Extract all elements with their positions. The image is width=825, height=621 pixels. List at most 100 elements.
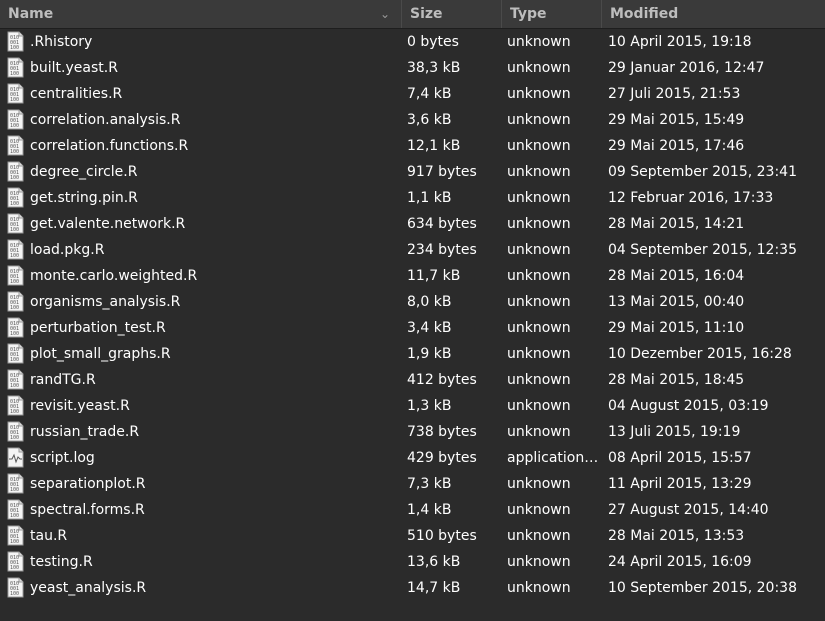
file-row[interactable]: 010 001 100 yeast_analysis.R 14,7 kB unknown 1… [0,575,825,601]
file-name: spectral.forms.R [30,502,145,518]
column-header-size[interactable]: Size [401,0,501,28]
file-modified: 13 Juli 2015, 19:19 [608,424,741,440]
file-row[interactable]: 010 001 100 get.string.pin.R 1,1 kB unknown 12… [0,185,825,211]
svg-text:100: 100 [10,279,19,285]
file-row[interactable]: 010 001 100 spectral.forms.R 1,4 kB unknown 27… [0,497,825,523]
binary-file-icon: 010 001 100 [7,213,24,234]
chevron-down-icon[interactable]: ⌄ [378,0,392,28]
file-size: 634 bytes [407,216,477,232]
file-type: unknown [507,580,571,596]
file-row[interactable]: 010 001 100 organisms_analysis.R 8,0 kB unkno… [0,289,825,315]
file-size: 1,3 kB [407,398,452,414]
file-modified: 29 Mai 2015, 17:46 [608,138,745,154]
file-row[interactable]: 010 001 100 .Rhistory 0 bytes unknown 10 April… [0,29,825,55]
file-row[interactable]: 010 001 100 separationplot.R 7,3 kB unknown 11… [0,471,825,497]
file-row[interactable]: 010 001 100 degree_circle.R 917 bytes unknown… [0,159,825,185]
file-name: degree_circle.R [30,164,138,180]
file-size: 14,7 kB [407,580,461,596]
file-row[interactable]: 010 001 100 correlation.analysis.R 3,6 kB unk… [0,107,825,133]
column-header-bar: Name ⌄ Size Type Modified [0,0,825,29]
file-name: get.string.pin.R [30,190,138,206]
file-modified: 28 Mai 2015, 16:04 [608,268,745,284]
file-modified: 12 Februar 2016, 17:33 [608,190,774,206]
svg-text:100: 100 [10,175,19,181]
binary-file-icon: 010 001 100 [7,369,24,390]
file-row[interactable]: 010 001 100 revisit.yeast.R 1,3 kB unknown 04 … [0,393,825,419]
file-row[interactable]: 010 001 100 tau.R 510 bytes unknown 28 Mai 201… [0,523,825,549]
file-name: randTG.R [30,372,96,388]
binary-file-icon: 010 001 100 [7,83,24,104]
file-row[interactable]: 010 001 100 load.pkg.R 234 bytes unknown 04 Se… [0,237,825,263]
binary-file-icon: 010 001 100 [7,473,24,494]
column-header-modified[interactable]: Modified [601,0,825,28]
file-row[interactable]: 010 001 100 monte.carlo.weighted.R 11,7 kB un… [0,263,825,289]
file-modified: 29 Januar 2016, 12:47 [608,60,765,76]
file-type: unknown [507,554,571,570]
binary-file-icon: 010 001 100 [7,317,24,338]
file-name: separationplot.R [30,476,146,492]
file-size: 8,0 kB [407,294,452,310]
svg-text:100: 100 [10,539,19,545]
file-type: unknown [507,34,571,50]
file-type: unknown [507,372,571,388]
binary-file-icon: 010 001 100 [7,239,24,260]
file-row[interactable]: 010 001 100 perturbation_test.R 3,4 kB unknow… [0,315,825,341]
svg-text:100: 100 [10,487,19,493]
file-name: perturbation_test.R [30,320,166,336]
file-size: 3,6 kB [407,112,452,128]
file-type: unknown [507,398,571,414]
binary-file-icon: 010 001 100 [7,395,24,416]
file-type: unknown [507,528,571,544]
file-row[interactable]: 010 001 100 correlation.functions.R 12,1 kB u… [0,133,825,159]
svg-text:100: 100 [10,565,19,571]
file-row[interactable]: 010 001 100 get.valente.network.R 634 bytes u… [0,211,825,237]
file-type: unknown [507,190,571,206]
file-name: get.valente.network.R [30,216,186,232]
file-name: revisit.yeast.R [30,398,130,414]
binary-file-icon: 010 001 100 [7,265,24,286]
file-size: 510 bytes [407,528,477,544]
file-modified: 04 August 2015, 03:19 [608,398,769,414]
file-type: unknown [507,242,571,258]
file-modified: 28 Mai 2015, 18:45 [608,372,745,388]
file-modified: 04 September 2015, 12:35 [608,242,797,258]
file-name: correlation.analysis.R [30,112,181,128]
file-type: unknown [507,138,571,154]
binary-file-icon: 010 001 100 [7,31,24,52]
file-type: unknown [507,216,571,232]
file-row[interactable]: 010 001 100 russian_trade.R 738 bytes unknown… [0,419,825,445]
column-header-type[interactable]: Type [501,0,601,28]
file-name: organisms_analysis.R [30,294,181,310]
file-name: .Rhistory [30,34,93,50]
file-size: 1,1 kB [407,190,452,206]
binary-file-icon: 010 001 100 [7,421,24,442]
svg-text:100: 100 [10,383,19,389]
file-row[interactable]: 010 001 100 centralities.R 7,4 kB unknown 27 J… [0,81,825,107]
file-name: plot_small_graphs.R [30,346,171,362]
file-modified: 11 April 2015, 13:29 [608,476,752,492]
file-modified: 10 September 2015, 20:38 [608,580,797,596]
binary-file-icon: 010 001 100 [7,57,24,78]
file-name: testing.R [30,554,93,570]
file-size: 7,4 kB [407,86,452,102]
svg-text:100: 100 [10,435,19,441]
file-name: monte.carlo.weighted.R [30,268,198,284]
file-modified: 24 April 2015, 16:09 [608,554,752,570]
binary-file-icon: 010 001 100 [7,291,24,312]
column-header-name[interactable]: Name [0,0,401,28]
file-row[interactable]: script.log 429 bytes application… 08 April … [0,445,825,471]
file-type: unknown [507,60,571,76]
file-row[interactable]: 010 001 100 randTG.R 412 bytes unknown 28 Mai … [0,367,825,393]
binary-file-icon: 010 001 100 [7,109,24,130]
svg-text:100: 100 [10,357,19,363]
file-size: 1,4 kB [407,502,452,518]
file-name: yeast_analysis.R [30,580,147,596]
file-row[interactable]: 010 001 100 built.yeast.R 38,3 kB unknown 29 J… [0,55,825,81]
file-modified: 28 Mai 2015, 14:21 [608,216,745,232]
file-modified: 29 Mai 2015, 11:10 [608,320,745,336]
file-size: 11,7 kB [407,268,461,284]
file-row[interactable]: 010 001 100 plot_small_graphs.R 1,9 kB unknow… [0,341,825,367]
file-name: built.yeast.R [30,60,118,76]
file-row[interactable]: 010 001 100 testing.R 13,6 kB unknown 24 April… [0,549,825,575]
file-modified: 27 Juli 2015, 21:53 [608,86,741,102]
